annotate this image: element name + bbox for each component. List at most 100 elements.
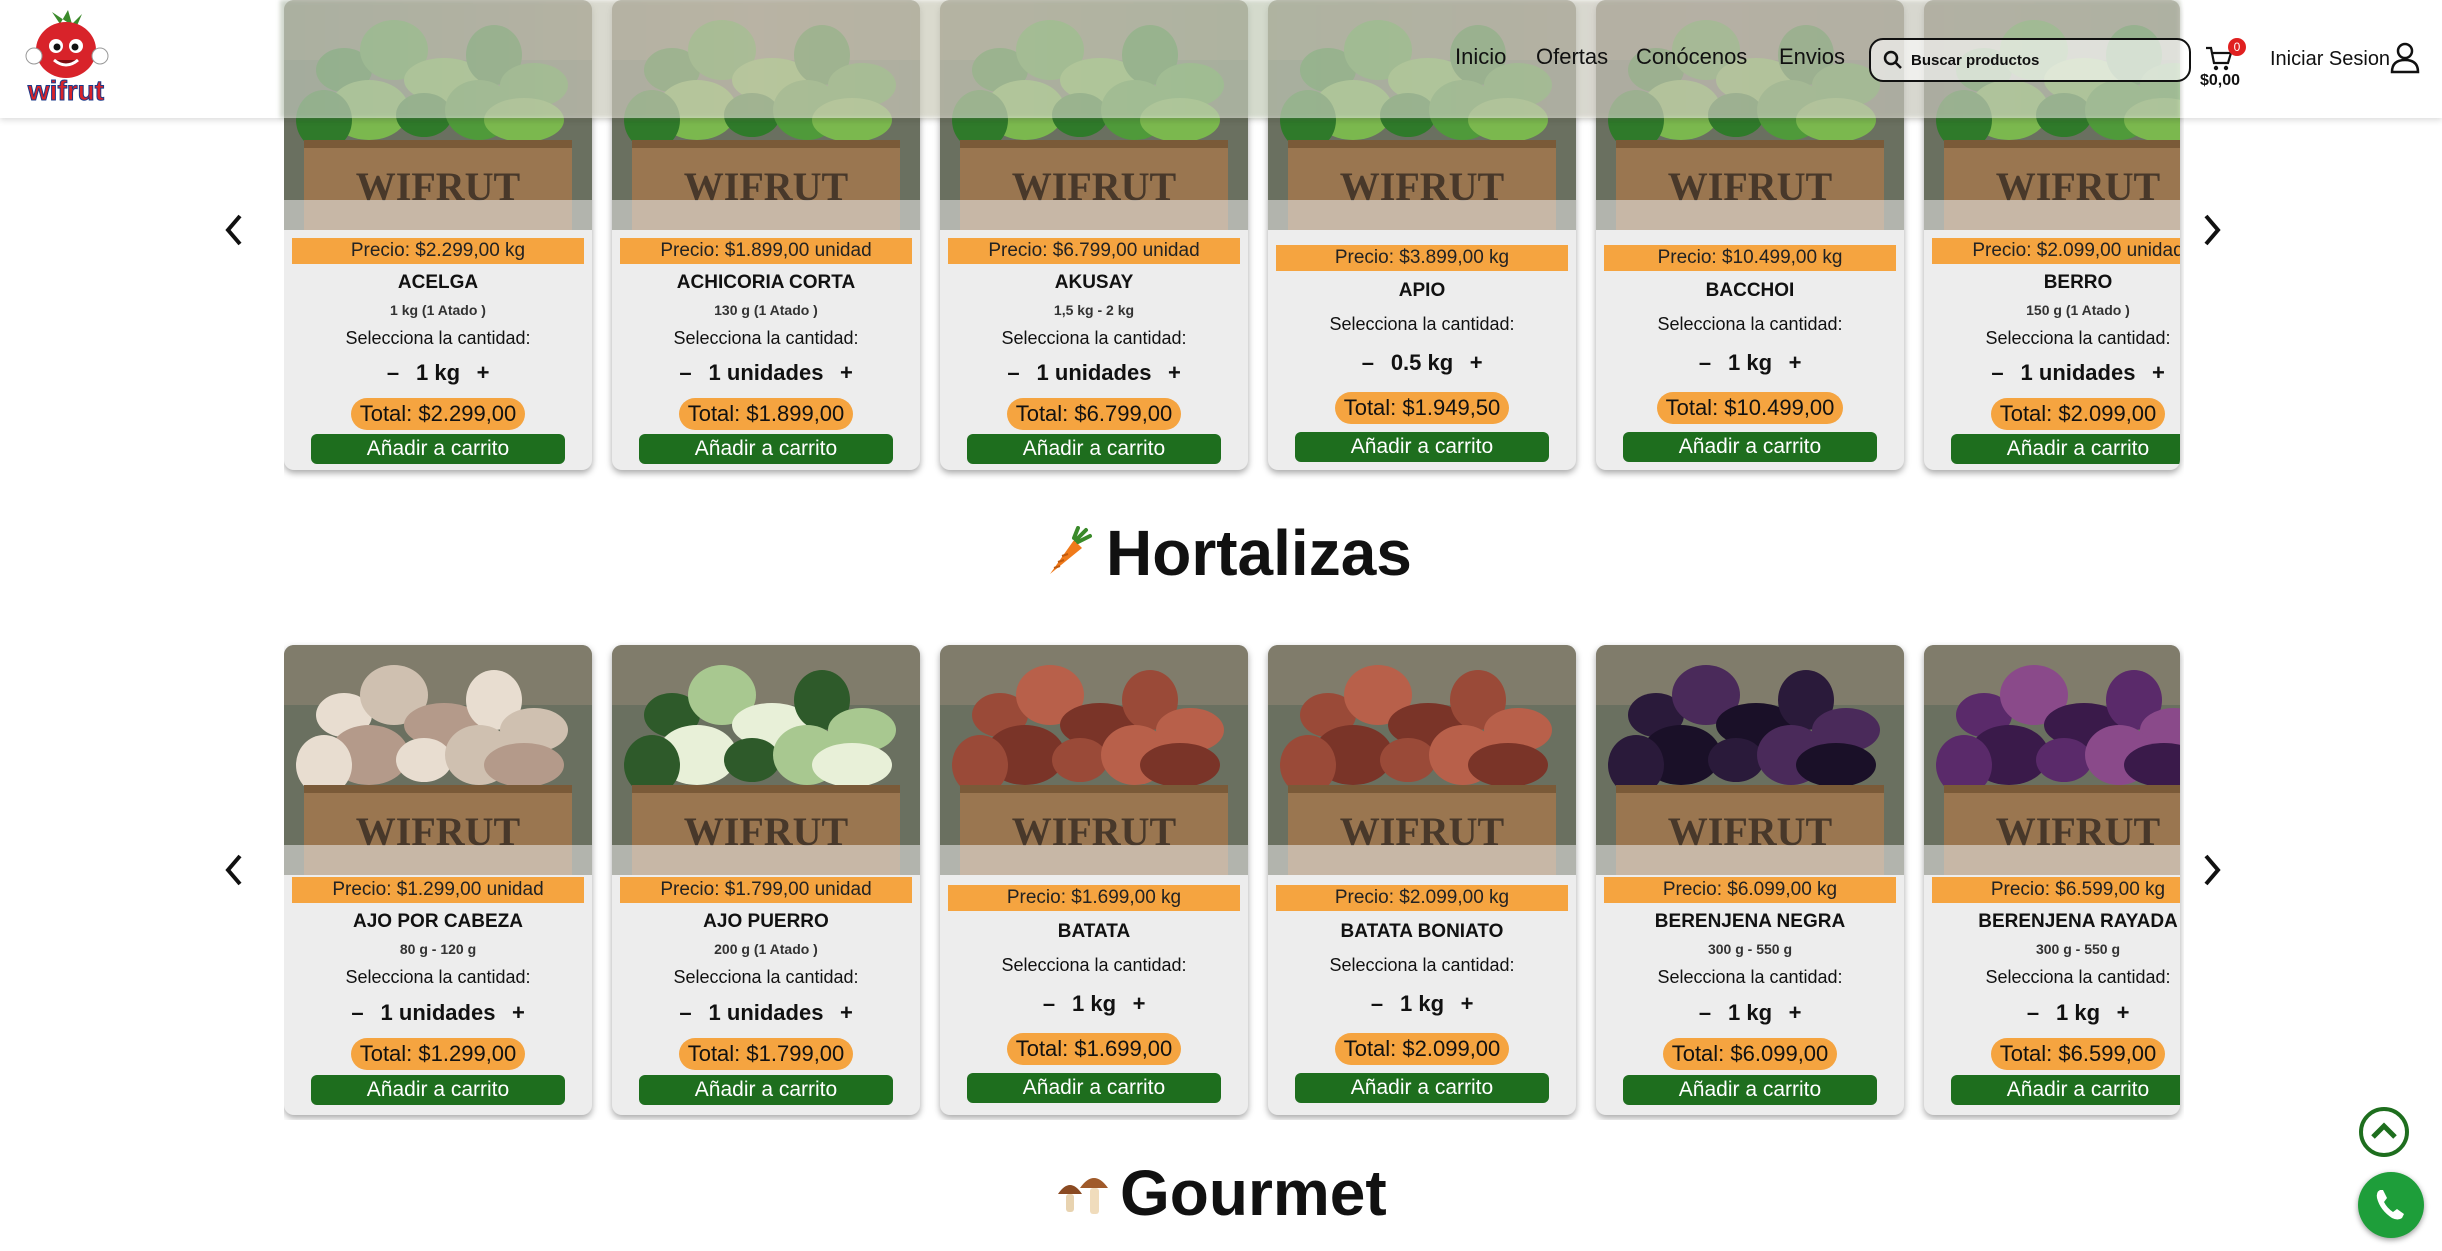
increase-button[interactable]: + bbox=[1161, 360, 1187, 386]
next-arrow-top[interactable] bbox=[2196, 210, 2226, 250]
increase-button[interactable]: + bbox=[833, 1000, 859, 1026]
quantity-value: 0.5 kg bbox=[1390, 350, 1454, 375]
product-total: Total: $2.099,00 bbox=[1924, 398, 2180, 430]
decrease-button[interactable]: – bbox=[1001, 360, 1027, 386]
product-price: Precio: $6.099,00 kg bbox=[1604, 877, 1896, 903]
product-image[interactable]: WIFRUT bbox=[1268, 645, 1576, 875]
product-card: WIFRUT Precio: $6.099,00 kg BERENJENA NEG… bbox=[1596, 645, 1904, 1115]
quantity-value: 1 kg bbox=[1399, 991, 1445, 1016]
decrease-button[interactable]: – bbox=[380, 360, 406, 386]
add-to-cart-button[interactable]: Añadir a carrito bbox=[1295, 432, 1549, 462]
user-icon[interactable] bbox=[2390, 42, 2420, 74]
decrease-button[interactable]: – bbox=[345, 1000, 371, 1026]
increase-button[interactable]: + bbox=[1463, 350, 1489, 376]
whatsapp-button[interactable] bbox=[2358, 1172, 2424, 1238]
add-to-cart-button[interactable]: Añadir a carrito bbox=[1623, 1075, 1877, 1105]
nav-conocenos[interactable]: Conócenos bbox=[1636, 44, 1747, 70]
increase-button[interactable]: + bbox=[1782, 350, 1808, 376]
product-total: Total: $1.799,00 bbox=[612, 1038, 920, 1070]
product-image[interactable]: WIFRUT bbox=[1596, 645, 1904, 875]
quantity-value: 1 unidades bbox=[380, 1000, 496, 1025]
search-input[interactable] bbox=[1911, 48, 2181, 72]
quantity-value: 1 unidades bbox=[2020, 360, 2136, 385]
wifrut-logo[interactable]: wifrut bbox=[14, 6, 118, 110]
product-weight: 200 g (1 Atado ) bbox=[714, 941, 818, 957]
increase-button[interactable]: + bbox=[1782, 1000, 1808, 1026]
product-name: AKUSAY bbox=[1054, 272, 1134, 293]
decrease-button[interactable]: – bbox=[673, 360, 699, 386]
product-card: WIFRUT Precio: $1.699,00 kg BATATA Selecci… bbox=[940, 645, 1248, 1115]
add-to-cart-button[interactable]: Añadir a carrito bbox=[967, 434, 1221, 464]
prev-arrow-top[interactable] bbox=[220, 210, 250, 250]
product-price: Precio: $10.499,00 kg bbox=[1604, 245, 1896, 271]
quantity-label: Selecciona la cantidad: bbox=[673, 328, 859, 348]
product-image[interactable]: WIFRUT bbox=[1924, 645, 2180, 875]
quantity-label: Selecciona la cantidad: bbox=[1329, 314, 1515, 334]
quantity-value: 1 kg bbox=[2055, 1000, 2101, 1025]
add-to-cart-button[interactable]: Añadir a carrito bbox=[639, 1075, 893, 1105]
quantity-stepper: –1 kg + bbox=[1268, 991, 1576, 1017]
product-total: Total: $6.799,00 bbox=[940, 398, 1248, 430]
increase-button[interactable]: + bbox=[2110, 1000, 2136, 1026]
decrease-button[interactable]: – bbox=[1036, 991, 1062, 1017]
add-to-cart-button[interactable]: Añadir a carrito bbox=[311, 1075, 565, 1105]
total-badge: Total: $6.099,00 bbox=[1662, 1038, 1838, 1070]
increase-button[interactable]: + bbox=[1454, 991, 1480, 1017]
nav-envios[interactable]: Envios bbox=[1779, 44, 1845, 70]
total-badge: Total: $1.799,00 bbox=[678, 1038, 854, 1070]
prev-arrow-hortalizas[interactable] bbox=[220, 850, 250, 890]
product-total: Total: $1.949,50 bbox=[1268, 392, 1576, 424]
product-name: BATATA bbox=[1057, 921, 1131, 942]
cart-total: $0,00 bbox=[2200, 72, 2241, 89]
increase-button[interactable]: + bbox=[505, 1000, 531, 1026]
quantity-value: 1 kg bbox=[1727, 350, 1773, 375]
add-to-cart-button[interactable]: Añadir a carrito bbox=[311, 434, 565, 464]
login-link[interactable]: Iniciar Sesion bbox=[2270, 48, 2390, 71]
product-card: WIFRUT Precio: $2.099,00 kg BATATA BONIAT… bbox=[1268, 645, 1576, 1115]
quantity-label: Selecciona la cantidad: bbox=[1985, 967, 2171, 987]
add-to-cart-button[interactable]: Añadir a carrito bbox=[1623, 432, 1877, 462]
scroll-to-top-button[interactable] bbox=[2358, 1106, 2410, 1158]
quantity-value: 1 kg bbox=[1071, 991, 1117, 1016]
total-badge: Total: $1.899,00 bbox=[678, 398, 854, 430]
quantity-stepper: –1 kg + bbox=[284, 360, 592, 386]
quantity-label: Selecciona la cantidad: bbox=[345, 328, 531, 348]
product-image[interactable]: WIFRUT bbox=[612, 645, 920, 875]
section-title-hortalizas: Hortalizas bbox=[1106, 517, 1412, 589]
quantity-value: 1 kg bbox=[1727, 1000, 1773, 1025]
decrease-button[interactable]: – bbox=[1692, 1000, 1718, 1026]
nav-inicio[interactable]: Inicio bbox=[1455, 44, 1506, 70]
decrease-button[interactable]: – bbox=[1692, 350, 1718, 376]
add-to-cart-button[interactable]: Añadir a carrito bbox=[1951, 1075, 2180, 1105]
decrease-button[interactable]: – bbox=[1364, 991, 1390, 1017]
decrease-button[interactable]: – bbox=[2020, 1000, 2046, 1026]
product-image[interactable]: WIFRUT bbox=[940, 645, 1248, 875]
product-total: Total: $1.299,00 bbox=[284, 1038, 592, 1070]
add-to-cart-button[interactable]: Añadir a carrito bbox=[967, 1073, 1221, 1103]
product-price: Precio: $2.099,00 kg bbox=[1276, 885, 1568, 911]
add-to-cart-button[interactable]: Añadir a carrito bbox=[639, 434, 893, 464]
product-price: Precio: $1.799,00 unidad bbox=[620, 877, 912, 903]
product-weight: 150 g (1 Atado ) bbox=[2026, 302, 2130, 318]
decrease-button[interactable]: – bbox=[1355, 350, 1381, 376]
decrease-button[interactable]: – bbox=[673, 1000, 699, 1026]
add-to-cart-button[interactable]: Añadir a carrito bbox=[1951, 434, 2180, 464]
increase-button[interactable]: + bbox=[833, 360, 859, 386]
product-name: BERENJENA RAYADA bbox=[1978, 911, 2178, 932]
increase-button[interactable]: + bbox=[1126, 991, 1152, 1017]
nav-ofertas[interactable]: Ofertas bbox=[1536, 44, 1608, 70]
increase-button[interactable]: + bbox=[470, 360, 496, 386]
add-to-cart-button[interactable]: Añadir a carrito bbox=[1295, 1073, 1549, 1103]
increase-button[interactable]: + bbox=[2145, 360, 2171, 386]
next-arrow-hortalizas[interactable] bbox=[2196, 850, 2226, 890]
product-name: AJO PUERRO bbox=[703, 911, 829, 932]
product-card: WIFRUT Precio: $1.299,00 unidad AJO POR C… bbox=[284, 645, 592, 1115]
product-total: Total: $1.699,00 bbox=[940, 1033, 1248, 1065]
section-title-gourmet: Gourmet bbox=[1120, 1157, 1387, 1229]
product-name: AJO POR CABEZA bbox=[353, 911, 523, 932]
quantity-stepper: –1 unidades + bbox=[284, 1000, 592, 1026]
total-badge: Total: $1.299,00 bbox=[350, 1038, 526, 1070]
product-image[interactable]: WIFRUT bbox=[284, 645, 592, 875]
decrease-button[interactable]: – bbox=[1985, 360, 2011, 386]
search-icon[interactable] bbox=[1883, 50, 1903, 70]
